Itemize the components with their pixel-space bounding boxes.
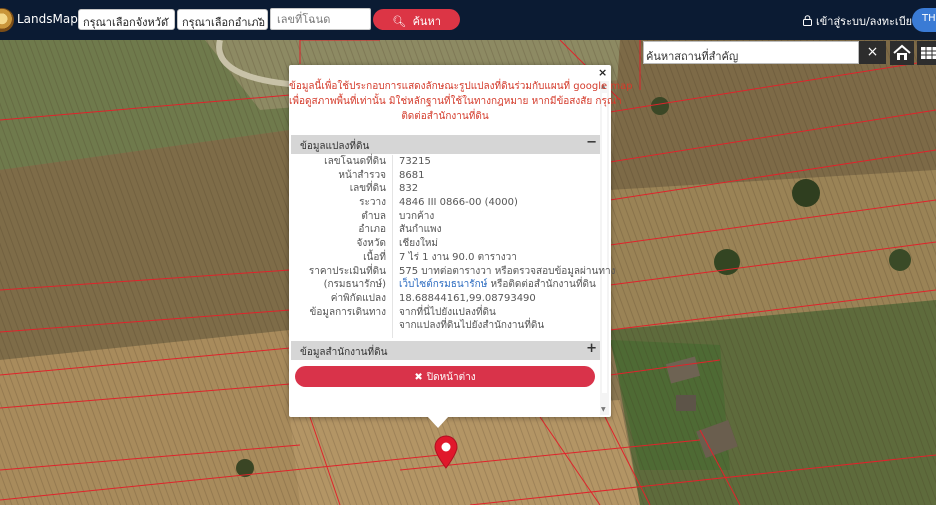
detail-label: ราคาประเมินที่ดิน bbox=[308, 265, 386, 277]
notice-line: ติดต่อสำนักงานที่ดิน bbox=[401, 111, 489, 122]
land-office-section-header[interactable]: ข้อมูลสำนักงานที่ดิน + bbox=[291, 341, 600, 360]
province-select-value: กรุณาเลือกจังหวัด bbox=[83, 16, 169, 29]
detail-row: เนื้อที่ 7 ไร่ 1 งาน 90.0 ตารางวา bbox=[291, 251, 600, 265]
detail-label: (กรมธนารักษ์) bbox=[323, 279, 386, 291]
detail-row: อำเภอ สันกำแพง bbox=[291, 223, 600, 237]
detail-row: (กรมธนารักษ์) เว็บไซต์กรมธนารักษ์ หรือติ… bbox=[291, 278, 600, 292]
close-window-label: ปิดหน้าต่าง bbox=[426, 372, 476, 383]
home-icon bbox=[893, 44, 911, 60]
land-office-section-title: ข้อมูลสำนักงานที่ดิน bbox=[300, 347, 388, 358]
district-select-value: กรุณาเลือกอำเภอ bbox=[182, 16, 266, 29]
clear-search-button[interactable]: × bbox=[859, 41, 886, 64]
language-toggle[interactable]: TH bbox=[912, 8, 936, 32]
directions-to-office-link[interactable]: จากแปลงที่ดินไปยังสำนักงานที่ดิน bbox=[399, 319, 544, 332]
detail-label: เลขโฉนดที่ดิน bbox=[324, 156, 386, 167]
detail-label: เนื้อที่ bbox=[363, 251, 386, 263]
place-search-placeholder: ค้นหาสถานที่สำคัญ bbox=[646, 50, 739, 63]
close-icon: ✖ bbox=[414, 372, 423, 383]
popup-close-icon[interactable]: × bbox=[598, 66, 608, 79]
detail-value: สันกำแพง bbox=[399, 224, 442, 236]
detail-label: เลขที่ดิน bbox=[349, 183, 386, 195]
detail-label: ระวาง bbox=[359, 197, 386, 209]
popup-pointer bbox=[427, 416, 449, 428]
detail-label: ตำบล bbox=[361, 210, 386, 222]
close-window-button[interactable]: ✖ ปิดหน้าต่าง bbox=[295, 366, 595, 387]
scrollbar-thumb[interactable] bbox=[602, 93, 607, 393]
detail-row: ตำบล บวกค้าง bbox=[291, 210, 600, 224]
place-search-input[interactable]: ค้นหาสถานที่สำคัญ bbox=[643, 41, 859, 64]
detail-value: เชียงใหม่ bbox=[399, 238, 439, 250]
parcel-info-popup: × ▲ ▼ ข้อมูลนี้เพื่อใช้ประกอบการแสดงลักษ… bbox=[289, 65, 633, 417]
detail-row: ราคาประเมินที่ดิน 575 บาทต่อตารางวา หรือ… bbox=[291, 265, 616, 279]
landsmaps-logo[interactable] bbox=[0, 8, 14, 32]
scroll-down-icon[interactable]: ▼ bbox=[601, 406, 606, 413]
detail-value: 7 ไร่ 1 งาน 90.0 ตารางวา bbox=[399, 251, 517, 263]
disclaimer-notice: ข้อมูลนี้เพื่อใช้ประกอบการแสดงลักษณะรูปแ… bbox=[289, 79, 633, 124]
expand-icon[interactable]: + bbox=[586, 341, 597, 356]
detail-value: 4846 III 0866-00 (4000) bbox=[399, 197, 518, 209]
detail-label: ข้อมูลการเดินทาง bbox=[309, 306, 386, 318]
notice-line: ข้อมูลนี้เพื่อใช้ประกอบการแสดงลักษณะรูปแ… bbox=[289, 81, 633, 92]
location-pin-icon[interactable] bbox=[433, 435, 459, 469]
chevron-down-icon: ⌄ bbox=[255, 12, 264, 23]
chevron-down-icon: ⌄ bbox=[162, 12, 171, 23]
detail-row: ระวาง 4846 III 0866-00 (4000) bbox=[291, 196, 600, 210]
detail-label: ค่าพิกัดแปลง bbox=[330, 292, 386, 304]
search-icon: 🔍︎ bbox=[392, 15, 407, 28]
detail-value: 832 bbox=[399, 183, 419, 195]
brand-name[interactable]: LandsMaps bbox=[17, 12, 84, 26]
detail-label: อำเภอ bbox=[358, 224, 386, 236]
detail-row: จากแปลงที่ดินไปยังสำนักงานที่ดิน bbox=[291, 319, 600, 333]
province-select[interactable]: กรุณาเลือกจังหวัด ⌄ bbox=[78, 9, 175, 30]
collapse-icon[interactable]: − bbox=[586, 135, 597, 150]
detail-row: จังหวัด เชียงใหม่ bbox=[291, 237, 600, 251]
notice-line: เพื่อดูสภาพพื้นที่เท่านั้น มิใช่หลักฐานท… bbox=[289, 96, 622, 107]
detail-value: 8681 bbox=[399, 169, 425, 181]
directions-to-parcel-link[interactable]: จากที่นี่ไปยังแปลงที่ดิน bbox=[399, 306, 496, 319]
detail-row: หน้าสำรวจ 8681 bbox=[291, 169, 600, 183]
grid-icon bbox=[921, 47, 936, 59]
popup-scrollbar[interactable]: ▲ ▼ bbox=[600, 81, 609, 415]
parcel-section-header[interactable]: ข้อมูลแปลงที่ดิน − bbox=[291, 135, 600, 154]
detail-label: หน้าสำรวจ bbox=[338, 169, 386, 181]
search-button[interactable]: 🔍︎ ค้นหา bbox=[373, 9, 460, 30]
language-label: TH bbox=[922, 13, 936, 24]
detail-row: ค่าพิกัดแปลง 18.68844161,99.08793490 bbox=[291, 292, 600, 306]
detail-value: เว็บไซต์กรมธนารักษ์ หรือติดต่อสำนักงานที… bbox=[399, 278, 596, 291]
detail-value: 575 บาทต่อตารางวา หรือตรวจสอบข้อมูลผ่านท… bbox=[399, 265, 616, 277]
top-navbar: LandsMaps กรุณาเลือกจังหวัด ⌄ กรุณาเลือก… bbox=[0, 0, 936, 40]
detail-row: เลขที่ดิน 832 bbox=[291, 182, 600, 196]
coordinates-link[interactable]: 18.68844161,99.08793490 bbox=[399, 292, 536, 305]
lock-icon bbox=[803, 15, 812, 26]
detail-row: เลขโฉนดที่ดิน 73215 bbox=[291, 155, 600, 169]
detail-value: บวกค้าง bbox=[399, 210, 435, 222]
deed-number-input[interactable] bbox=[270, 8, 371, 30]
parcel-details: เลขโฉนดที่ดิน 73215 หน้าสำรวจ 8681 เลขที… bbox=[291, 155, 616, 338]
detail-label: จังหวัด bbox=[356, 238, 386, 250]
search-button-label: ค้นหา bbox=[412, 15, 441, 28]
home-button[interactable] bbox=[890, 41, 914, 65]
map-layers-button[interactable] bbox=[917, 41, 936, 65]
close-icon: × bbox=[866, 44, 879, 60]
detail-row: ข้อมูลการเดินทาง จากที่นี่ไปยังแปลงที่ดิ… bbox=[291, 306, 600, 320]
treasury-website-link[interactable]: เว็บไซต์กรมธนารักษ์ bbox=[399, 279, 487, 290]
detail-value-suffix: หรือติดต่อสำนักงานที่ดิน bbox=[487, 279, 596, 291]
parcel-section-title: ข้อมูลแปลงที่ดิน bbox=[300, 141, 370, 152]
district-select[interactable]: กรุณาเลือกอำเภอ ⌄ bbox=[177, 9, 268, 30]
login-register-link[interactable]: เข้าสู่ระบบ/ลงทะเบียน bbox=[803, 12, 920, 30]
login-register-label: เข้าสู่ระบบ/ลงทะเบียน bbox=[816, 15, 920, 28]
detail-value: 73215 bbox=[399, 156, 431, 167]
